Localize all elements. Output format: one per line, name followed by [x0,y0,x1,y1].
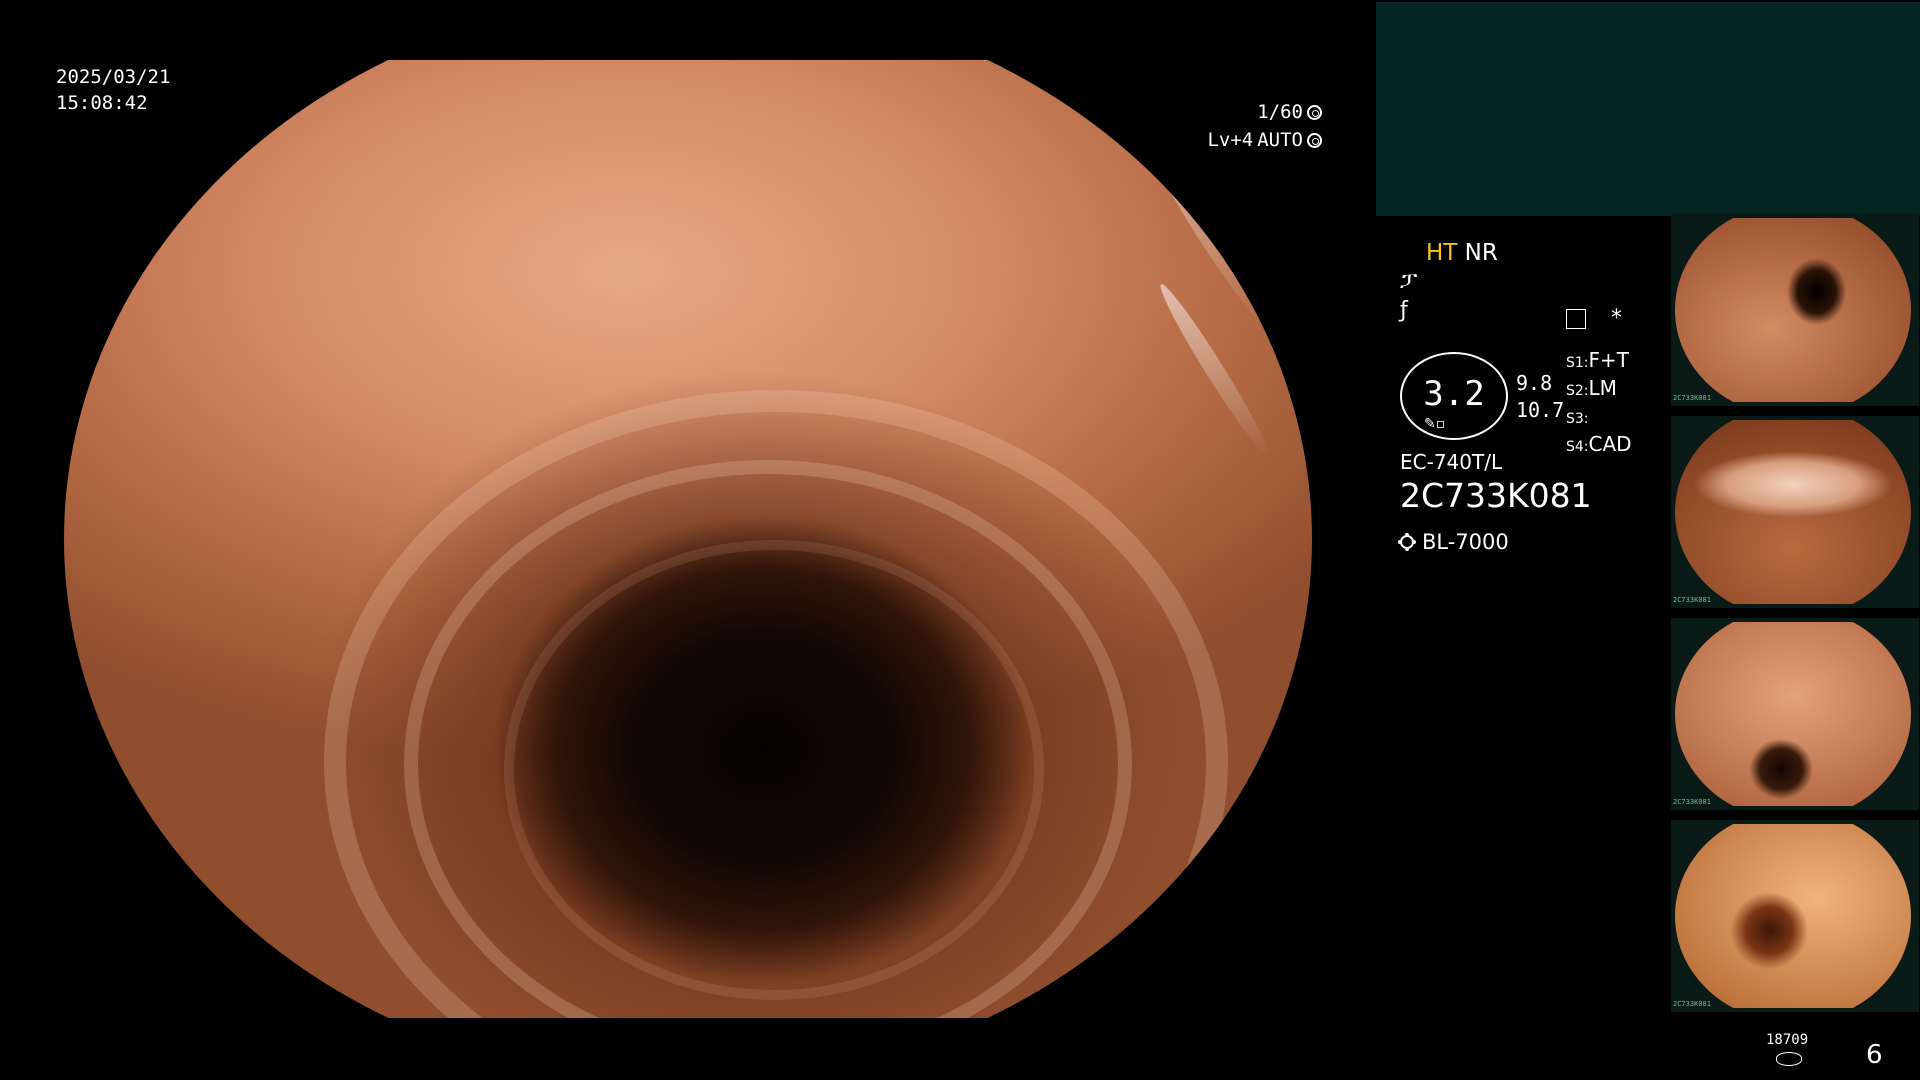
pen-icon: ✎▫ [1424,416,1446,432]
asterisk-icon: * [1611,306,1622,331]
menu-list-icon [1566,309,1586,329]
scope-model: EC-740T/L [1400,450,1503,474]
ht-indicator: HT [1426,240,1458,266]
zoom-gauge: 3.2 ✎▫ [1400,352,1508,440]
info-panel [1376,2,1920,216]
storage-count: 18709 [1766,1032,1809,1048]
shutter-speed-text: 1/60 [1257,101,1303,123]
page-number: 6 [1866,1040,1883,1070]
light-source-icon [1400,535,1414,549]
light-source-text: BL-7000 [1422,530,1509,554]
thumbnail-1[interactable]: 2C733K081 [1671,214,1919,406]
light-source: BL-7000 [1400,530,1509,554]
setting-s4: S4:CAD [1566,432,1632,456]
mode-text: AUTO [1257,129,1303,151]
aux-value-2: 10.7 [1516,398,1565,422]
scope-switch-settings: S1:F+T S2:LM S3: S4:CAD [1566,348,1632,460]
enhancement-icon: ፓ [1400,268,1418,293]
nr-indicator: NR [1464,240,1498,266]
gauge-value: 3.2 [1423,374,1485,414]
setting-s1: S1:F+T [1566,348,1629,372]
aux-value-1: 9.8 [1516,371,1553,395]
exposure-readout: 1/60 Lv+4 AUTO [1207,98,1322,154]
time-text: 15:08:42 [56,92,148,114]
thumbnail-3[interactable]: 2C733K081 [1671,618,1919,810]
thumbnail-2[interactable]: 2C733K081 [1671,416,1919,608]
auto-iris-icon [1307,132,1322,148]
thumbnail-4[interactable]: 2C733K081 [1671,820,1919,1012]
menu-icons: * [1566,306,1622,331]
gauge-aux-values: 9.8 10.7 [1516,370,1564,424]
datetime: 2025/03/21 15:08:42 [56,64,170,116]
storage-disk-icon [1776,1052,1802,1066]
setting-s3: S3: [1566,411,1589,427]
date-text: 2025/03/21 [56,66,171,88]
setting-s2: S2:LM [1566,376,1617,400]
aperture-icon [1307,104,1322,120]
endoscope-live-view [64,60,1312,1018]
level-text: Lv+4 [1207,129,1254,151]
scope-serial: 2C733K081 [1400,476,1592,515]
